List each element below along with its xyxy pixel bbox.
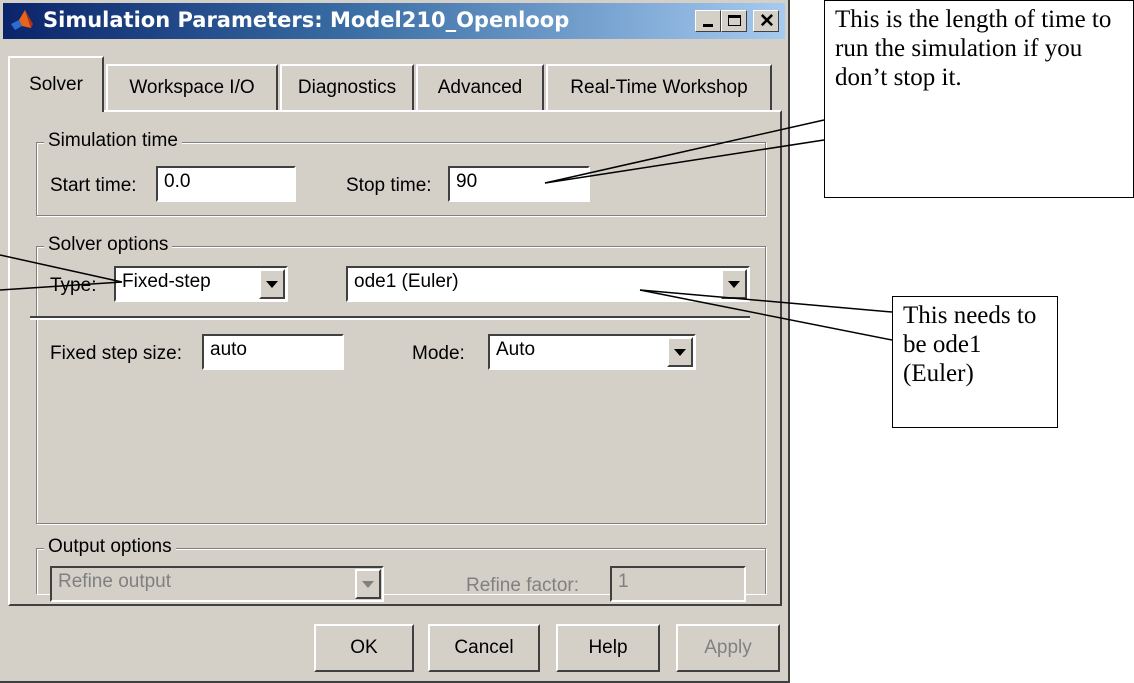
refine-output-select: Refine output	[50, 566, 384, 602]
tab-solver[interactable]: Solver	[8, 56, 104, 112]
minimize-button[interactable]	[695, 10, 721, 32]
title-bar[interactable]: Simulation Parameters: Model210_Openloop…	[3, 3, 785, 39]
stop-time-label: Stop time:	[346, 175, 432, 196]
solver-select[interactable]: ode1 (Euler)	[346, 266, 750, 302]
chevron-down-icon	[728, 281, 740, 288]
ok-button[interactable]: OK	[314, 624, 414, 672]
maximize-icon	[728, 15, 741, 26]
start-time-input[interactable]: 0.0	[156, 166, 296, 202]
tab-workspace-io[interactable]: Workspace I/O	[106, 64, 278, 110]
chevron-down-icon	[266, 281, 278, 288]
output-options-legend: Output options	[44, 536, 176, 558]
tab-real-time-workshop[interactable]: Real-Time Workshop	[546, 64, 772, 110]
type-label: Type:	[50, 275, 97, 296]
type-select-value: Fixed-step	[122, 271, 211, 292]
refine-output-dropdown-button	[355, 569, 381, 599]
solver-callout: This needs to be ode1 (Euler)	[892, 296, 1058, 428]
tab-diagnostics[interactable]: Diagnostics	[280, 64, 414, 110]
window-title: Simulation Parameters: Model210_Openloop	[43, 8, 570, 32]
fixed-step-size-input[interactable]: auto	[202, 334, 344, 370]
start-time-label: Start time:	[50, 175, 137, 196]
stop-time-input[interactable]: 90	[448, 166, 590, 202]
solver-dropdown-button[interactable]	[721, 269, 747, 299]
solver-options-legend: Solver options	[44, 234, 173, 256]
solver-select-value: ode1 (Euler)	[354, 271, 459, 292]
help-button[interactable]: Help	[556, 624, 660, 672]
simulation-time-legend: Simulation time	[44, 130, 182, 152]
refine-factor-label: Refine factor:	[466, 575, 579, 596]
chevron-down-icon	[674, 349, 686, 356]
stop-time-callout: This is the length of time to run the si…	[824, 0, 1134, 198]
close-button[interactable]: ✕	[753, 10, 779, 32]
chevron-down-icon	[362, 581, 374, 588]
mode-select[interactable]: Auto	[488, 334, 696, 370]
mode-label: Mode:	[412, 343, 465, 364]
fixed-step-size-label: Fixed step size:	[50, 343, 182, 364]
refine-factor-input: 1	[610, 566, 746, 602]
close-icon: ✕	[759, 11, 775, 32]
apply-button: Apply	[676, 624, 780, 672]
type-select[interactable]: Fixed-step	[114, 266, 288, 302]
type-dropdown-button[interactable]	[259, 269, 285, 299]
tab-advanced[interactable]: Advanced	[416, 64, 544, 110]
cancel-button[interactable]: Cancel	[428, 624, 540, 672]
simulation-parameters-dialog: Simulation Parameters: Model210_Openloop…	[0, 0, 790, 683]
maximize-button[interactable]	[721, 10, 747, 32]
mode-dropdown-button[interactable]	[667, 337, 693, 367]
mode-select-value: Auto	[496, 339, 536, 360]
solver-options-separator	[30, 316, 750, 320]
refine-output-value: Refine output	[58, 571, 172, 592]
minimize-icon	[703, 24, 713, 27]
matlab-logo-icon	[11, 10, 33, 30]
